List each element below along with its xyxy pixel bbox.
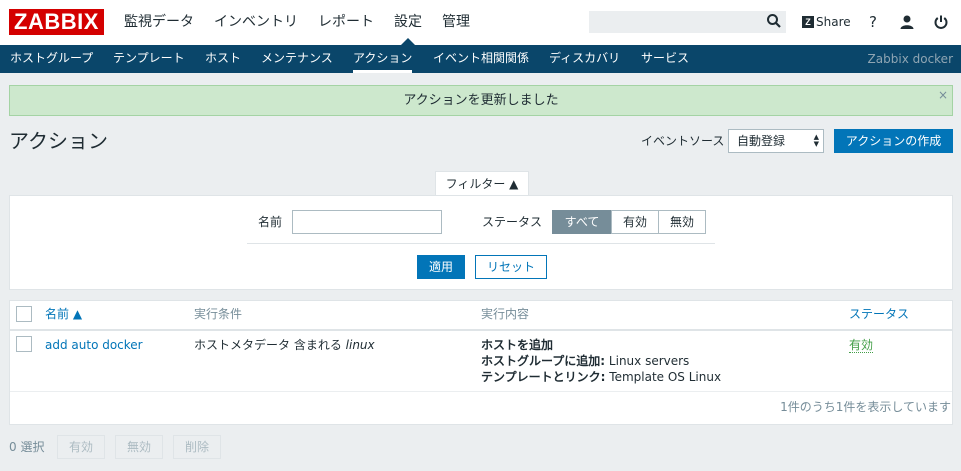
menu-administration[interactable]: 管理	[432, 0, 480, 45]
sign-out-icon[interactable]	[931, 12, 951, 32]
column-name[interactable]: 名前 ▲	[45, 307, 82, 321]
main-menu: 監視データ インベントリ レポート 設定 管理	[114, 0, 480, 45]
search-icon[interactable]	[766, 13, 782, 29]
status-toggle[interactable]: 有効	[849, 337, 874, 353]
subnav-templates[interactable]: テンプレート	[113, 45, 185, 73]
select-all-checkbox[interactable]	[16, 306, 32, 322]
zabbix-share-icon: Z	[802, 16, 814, 28]
filter-tab[interactable]: フィルター ▲	[435, 171, 529, 196]
mass-disable-button[interactable]: 無効	[115, 435, 163, 459]
mass-delete-button[interactable]: 削除	[173, 435, 221, 459]
status-option-disabled[interactable]: 無効	[658, 210, 706, 234]
subnav-event-correlation[interactable]: イベント相関関係	[433, 45, 529, 73]
filter-status-label: ステータス	[482, 215, 543, 229]
create-action-button[interactable]: アクションの作成	[834, 129, 953, 153]
subnav-host-groups[interactable]: ホストグループ	[10, 45, 93, 73]
search-input[interactable]	[589, 11, 786, 33]
reset-button[interactable]: リセット	[475, 255, 547, 279]
status-option-enabled[interactable]: 有効	[611, 210, 659, 234]
filter-divider	[247, 243, 715, 244]
subnav-maintenance[interactable]: メンテナンス	[261, 45, 333, 73]
header-divider	[10, 329, 952, 331]
row-divider	[10, 391, 952, 392]
column-status[interactable]: ステータス	[849, 307, 909, 321]
mass-enable-button[interactable]: 有効	[57, 435, 105, 459]
condition-value: linux	[345, 338, 375, 352]
sub-navigation: ホストグループ テンプレート ホスト メンテナンス アクション イベント相関関係…	[0, 45, 961, 73]
event-source-label: イベントソース	[641, 134, 725, 148]
operation-value: Template OS Linux	[609, 370, 722, 384]
operation-item: テンプレートとリンク: Template OS Linux	[481, 369, 721, 385]
status-option-all[interactable]: すべて	[552, 210, 612, 234]
menu-reports[interactable]: レポート	[308, 0, 384, 45]
operation-item: ホストグループに追加: Linux servers	[481, 353, 689, 369]
action-condition: ホストメタデータ 含まれる linux	[194, 337, 375, 353]
menu-inventory[interactable]: インベントリ	[204, 0, 308, 45]
menu-monitoring[interactable]: 監視データ	[114, 0, 204, 45]
operation-item: ホストを追加	[481, 337, 553, 353]
select-arrows-icon: ▲ ▼	[813, 133, 819, 148]
operation-label: ホストを追加	[481, 338, 554, 352]
share-label: Share	[816, 15, 851, 29]
event-source-value: 自動登録	[737, 134, 786, 148]
selected-count: 0 選択	[9, 440, 45, 454]
operation-label: テンプレートとリンク:	[481, 370, 606, 384]
subnav-discovery[interactable]: ディスカバリ	[549, 45, 620, 73]
condition-text: ホストメタデータ 含まれる	[194, 338, 342, 352]
action-name-link[interactable]: add auto docker	[45, 337, 143, 353]
status-enabled-link[interactable]: 有効	[849, 338, 874, 353]
success-message: アクションを更新しました ×	[9, 85, 953, 116]
share-button[interactable]: Z Share	[802, 13, 851, 31]
row-checkbox[interactable]	[16, 336, 32, 352]
operation-value: Linux servers	[608, 354, 690, 368]
filter-name-input[interactable]	[292, 210, 442, 234]
close-icon[interactable]: ×	[938, 88, 948, 102]
top-header: ZABBIX 監視データ インベントリ レポート 設定 管理 Z Share ?	[0, 0, 961, 45]
server-name: Zabbix docker	[867, 52, 953, 66]
subnav-hosts[interactable]: ホスト	[205, 45, 241, 73]
menu-configuration[interactable]: 設定	[384, 0, 432, 45]
user-profile-icon[interactable]	[897, 12, 917, 32]
help-icon[interactable]: ?	[863, 12, 883, 32]
success-message-text: アクションを更新しました	[403, 93, 559, 108]
event-source-select[interactable]: 自動登録 ▲ ▼	[728, 129, 824, 153]
subnav-services[interactable]: サービス	[641, 45, 689, 73]
filter-name-label: 名前	[258, 215, 283, 229]
apply-button[interactable]: 適用	[417, 255, 465, 279]
paging-info: 1件のうち1件を表示しています	[780, 400, 951, 414]
operation-label: ホストグループに追加:	[481, 354, 606, 368]
subnav-actions[interactable]: アクション	[353, 45, 413, 73]
column-operations: 実行内容	[481, 307, 530, 321]
column-conditions: 実行条件	[194, 307, 243, 321]
page-title: アクション	[9, 129, 108, 153]
zabbix-logo[interactable]: ZABBIX	[9, 9, 104, 35]
